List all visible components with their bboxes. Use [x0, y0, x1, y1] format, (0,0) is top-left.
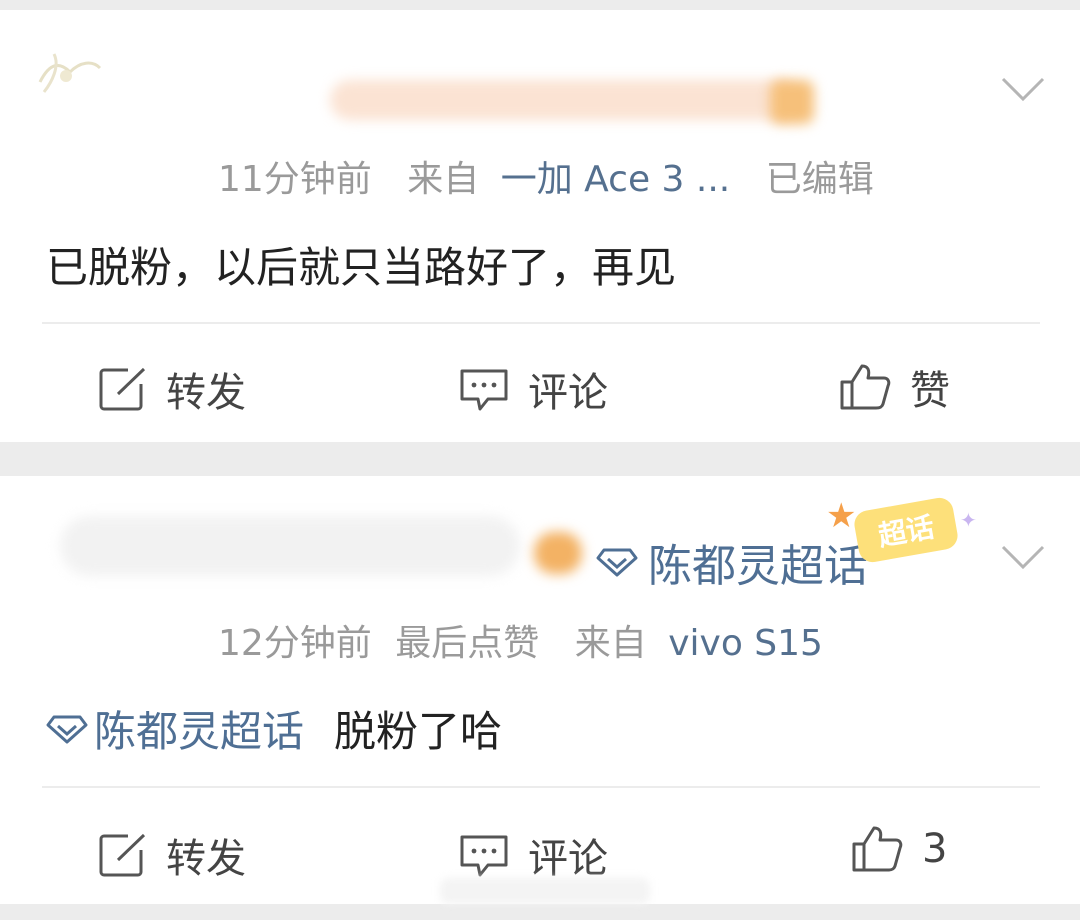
from-label: 来自: [574, 623, 647, 664]
last-like-label: 最后点赞: [395, 623, 540, 664]
diamond-topic-icon: [596, 548, 638, 577]
sparkle-icon: ✦: [960, 508, 977, 532]
like-count: 3: [922, 826, 948, 872]
repost-button[interactable]: 转发: [98, 826, 246, 884]
username-redacted[interactable]: [60, 516, 520, 576]
device-source[interactable]: vivo S15: [668, 623, 823, 664]
post-meta: 11分钟前 来自 一加 Ace 3 ... 已编辑: [218, 150, 874, 202]
like-button[interactable]: 赞: [838, 358, 950, 416]
avatar[interactable]: [30, 42, 108, 112]
comment-label: 评论: [528, 836, 608, 882]
diamond-topic-icon: [46, 715, 88, 743]
comment-button[interactable]: 评论: [458, 360, 608, 418]
chevron-down-icon[interactable]: [1000, 74, 1046, 104]
star-icon: ★: [826, 496, 857, 536]
post-text: 脱粉了哈: [334, 707, 503, 756]
like-label: 赞: [910, 368, 950, 414]
post-content: 已脱粉，以后就只当路好了，再见: [46, 243, 677, 292]
divider: [42, 322, 1040, 324]
comment-label: 评论: [528, 370, 608, 416]
repost-label: 转发: [166, 836, 246, 882]
device-source[interactable]: 一加 Ace 3 ...: [501, 159, 731, 200]
post-time: 12分钟前: [218, 623, 372, 664]
post-card: 陈都灵超话 ★ 超话 ✦ 12分钟前 最后点赞 来自 vivo S15 陈都灵超…: [0, 476, 1080, 904]
chevron-down-icon[interactable]: [1000, 542, 1046, 572]
like-icon: [852, 826, 903, 872]
super-topic-badge: 超话: [852, 495, 960, 565]
comment-button[interactable]: 评论: [458, 826, 608, 884]
post-content: 陈都灵超话 脱粉了哈: [46, 698, 502, 759]
like-icon: [840, 364, 891, 410]
from-label: 来自: [407, 159, 480, 200]
repost-button[interactable]: 转发: [98, 360, 246, 418]
topic-tag-label: 陈都灵超话: [648, 541, 868, 592]
comment-icon: [460, 835, 508, 877]
watermark-redacted: [440, 878, 650, 904]
post-card: 11分钟前 来自 一加 Ace 3 ... 已编辑 已脱粉，以后就只当路好了，再…: [0, 10, 1080, 442]
repost-icon: [99, 367, 146, 411]
post-meta: 12分钟前 最后点赞 来自 vivo S15: [218, 614, 823, 666]
topic-link-label: 陈都灵超话: [94, 707, 305, 756]
fan-badge-redacted: [534, 532, 582, 574]
post-time: 11分钟前: [218, 159, 372, 200]
username-redacted[interactable]: [330, 80, 800, 120]
divider: [42, 786, 1040, 788]
topic-link[interactable]: 陈都灵超话: [46, 698, 304, 759]
topic-tag[interactable]: 陈都灵超话: [596, 530, 868, 594]
edited-label: 已编辑: [765, 159, 874, 200]
like-button[interactable]: 3: [850, 824, 947, 874]
repost-label: 转发: [166, 370, 246, 416]
vip-badge-redacted: [770, 80, 814, 124]
comment-icon: [460, 369, 508, 411]
repost-icon: [99, 833, 146, 877]
